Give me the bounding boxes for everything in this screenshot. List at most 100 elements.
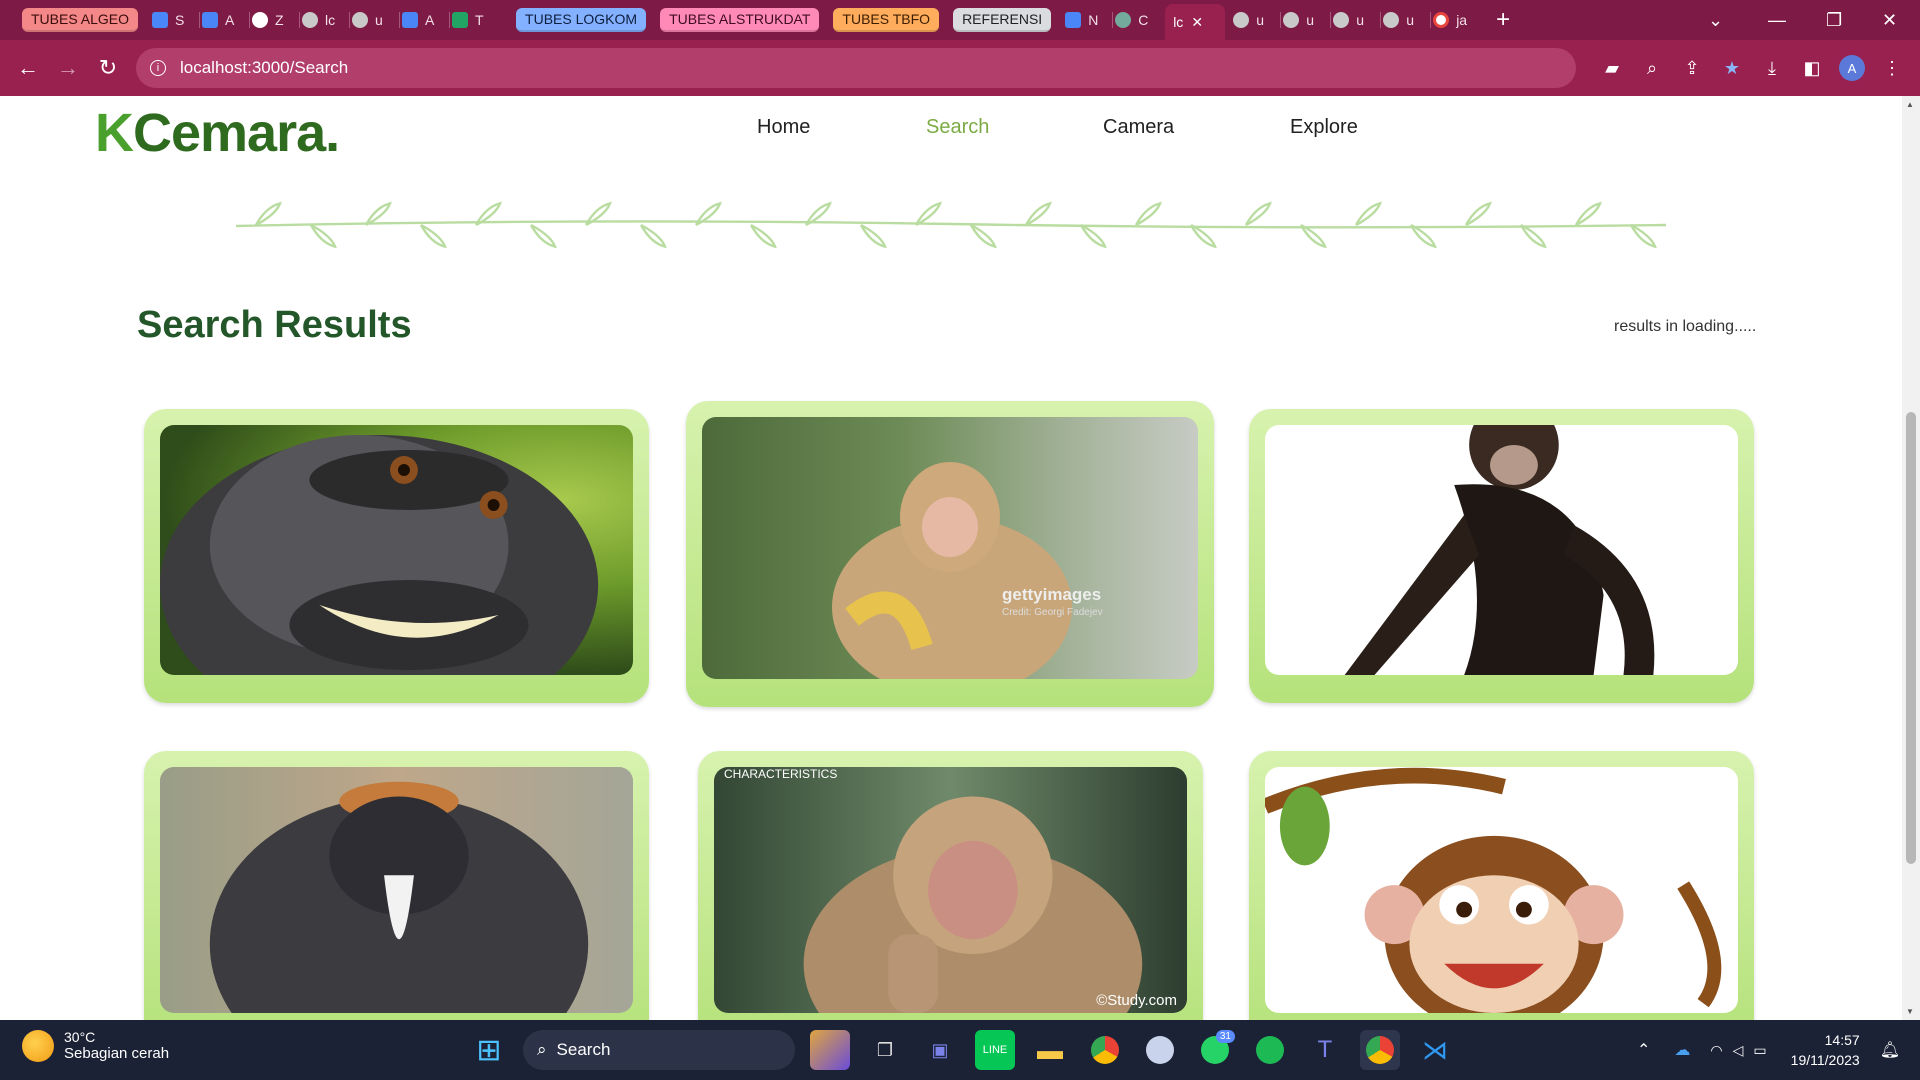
tab-group-tubes-algeo[interactable]: TUBES ALGEO <box>22 8 139 32</box>
teams-icon[interactable]: T <box>1305 1030 1345 1070</box>
share-icon[interactable]: ⇪ <box>1672 48 1712 88</box>
weather-widget[interactable]: 30°C Sebagian cerah <box>22 1029 169 1062</box>
clock[interactable]: 14:57 19/11/2023 <box>1791 1030 1860 1070</box>
result-card[interactable] <box>144 409 649 703</box>
notification-bell-icon[interactable]: 🔔︎ <box>1880 1040 1900 1060</box>
tab-globe-u2[interactable]: u <box>1233 0 1283 40</box>
vine-leaf <box>914 201 942 227</box>
onedrive-icon[interactable]: ☁ <box>1674 1040 1690 1060</box>
windows-start-icon[interactable]: ⊞ <box>469 1030 509 1070</box>
volume-icon[interactable]: ◁ <box>1733 1042 1744 1059</box>
tab-docs-a2[interactable]: A <box>402 0 452 40</box>
vine-leaf <box>1464 201 1492 227</box>
nav-camera[interactable]: Camera <box>1103 116 1174 139</box>
result-card[interactable]: gettyimages Credit: Georgi Fadejev <box>686 401 1214 707</box>
cartoon-monkey-illustration <box>1265 767 1722 1013</box>
vine-leaf <box>969 223 997 249</box>
scrollbar-thumb[interactable] <box>1906 412 1916 864</box>
tab-docs-n[interactable]: N <box>1065 0 1115 40</box>
scroll-up-arrow-icon[interactable]: ▲ <box>1906 100 1914 109</box>
bookmark-star-icon[interactable]: ★ <box>1712 48 1752 88</box>
tab-google-ja[interactable]: ja <box>1433 0 1483 40</box>
taskbar-search[interactable]: ⌕ Search <box>523 1030 795 1070</box>
site-info-icon[interactable]: i <box>150 60 166 76</box>
wifi-icon[interactable]: ◠ <box>1710 1042 1722 1059</box>
chrome-icon[interactable] <box>1085 1030 1125 1070</box>
minimize-button[interactable]: — <box>1768 0 1786 40</box>
line-app-icon[interactable]: LINE <box>975 1030 1015 1070</box>
vine-leaf <box>309 223 337 249</box>
copilot-icon[interactable] <box>810 1030 850 1070</box>
tab-label: ja <box>1456 12 1468 28</box>
tab-group-referensi[interactable]: REFERENSI <box>953 8 1052 32</box>
tab-group-tubes-logkom[interactable]: TUBES LOGKOM <box>516 8 647 32</box>
macaque-thumbs-illustration <box>803 796 1143 1013</box>
restore-button[interactable]: ❐ <box>1826 0 1842 40</box>
clock-time: 14:57 <box>1824 1032 1860 1048</box>
image-caption-characteristics: CHARACTERISTICS <box>724 767 838 781</box>
nav-home[interactable]: Home <box>757 116 810 139</box>
tab-group-tubes-tbfo[interactable]: TUBES TBFO <box>833 8 940 32</box>
nav-explore[interactable]: Explore <box>1290 116 1358 139</box>
task-view-icon[interactable]: ❐ <box>865 1030 905 1070</box>
itb-app-icon[interactable] <box>1140 1030 1180 1070</box>
back-arrow-icon[interactable]: ← <box>8 48 48 88</box>
docs-icon <box>202 12 219 28</box>
chrome-profile-icon[interactable] <box>1360 1030 1400 1070</box>
close-window-button[interactable]: ✕ <box>1882 0 1897 40</box>
tab-docs-a[interactable]: A <box>202 0 252 40</box>
result-card[interactable] <box>144 751 649 1020</box>
spotify-icon[interactable] <box>1250 1030 1290 1070</box>
menu-kebab-icon[interactable]: ⋮ <box>1872 48 1912 88</box>
result-image-de-brazza-monkey[interactable] <box>160 767 633 1013</box>
downloads-icon[interactable]: ⤓ <box>1752 48 1792 88</box>
tab-active-kcemara[interactable]: lc ✕ <box>1165 4 1226 40</box>
result-image-macaque-thumbs-up[interactable]: CHARACTERISTICS ©Study.com <box>714 767 1187 1013</box>
tab-chatgpt[interactable]: C <box>1115 0 1165 40</box>
result-image-macaque-selfie[interactable] <box>160 425 633 675</box>
profile-avatar[interactable]: A <box>1832 48 1872 88</box>
result-image-chimpanzee[interactable] <box>1265 425 1738 675</box>
whatsapp-icon[interactable]: 31 <box>1195 1030 1235 1070</box>
tab-docs-s[interactable]: S <box>152 0 202 40</box>
tab-github[interactable]: Z <box>252 0 302 40</box>
tab-globe-u5[interactable]: u <box>1383 0 1433 40</box>
tab-group-tubes-alstrukdat[interactable]: TUBES ALSTRUKDAT <box>660 8 820 32</box>
result-card[interactable]: CHARACTERISTICS ©Study.com <box>698 751 1203 1020</box>
result-image-cartoon-monkey[interactable] <box>1265 767 1738 1013</box>
teams-chat-icon[interactable]: ▣ <box>920 1030 960 1070</box>
file-explorer-icon[interactable]: ▬ <box>1030 1030 1070 1070</box>
tab-label: u <box>375 12 383 28</box>
result-image-monkey-eating-banana[interactable]: gettyimages Credit: Georgi Fadejev <box>702 417 1198 679</box>
docs-icon <box>1065 12 1082 28</box>
result-card[interactable] <box>1249 409 1754 703</box>
tab-globe-u4[interactable]: u <box>1333 0 1383 40</box>
new-tab-button[interactable]: + <box>1483 6 1523 34</box>
zoom-icon[interactable]: ⌕ <box>1632 48 1672 88</box>
tab-search-chevron-icon[interactable]: ⌄ <box>1708 0 1723 40</box>
tab-globe-lc[interactable]: lc <box>302 0 352 40</box>
result-card[interactable] <box>1249 751 1754 1020</box>
camera-in-use-icon[interactable]: ▰ <box>1592 48 1632 88</box>
site-logo[interactable]: KCemara. <box>95 102 340 164</box>
vscode-icon[interactable]: ⋊ <box>1415 1030 1455 1070</box>
tab-globe-u[interactable]: u <box>352 0 402 40</box>
address-bar[interactable]: i localhost:3000/Search <box>136 48 1576 88</box>
logo-text: Cemara. <box>133 103 340 163</box>
url-text[interactable]: localhost:3000/Search <box>180 58 348 78</box>
page-scrollbar[interactable]: ▲ ▼ <box>1902 96 1920 1020</box>
close-tab-icon[interactable]: ✕ <box>1191 14 1203 31</box>
tray-chevron-up-icon[interactable]: ⌃ <box>1637 1040 1650 1060</box>
side-panel-icon[interactable]: ◧ <box>1792 48 1832 88</box>
vine-leaf <box>1354 201 1382 227</box>
forward-arrow-icon[interactable]: → <box>48 48 88 88</box>
scroll-down-arrow-icon[interactable]: ▼ <box>1906 1007 1914 1016</box>
nav-search[interactable]: Search <box>926 116 989 139</box>
reload-icon[interactable]: ↻ <box>88 48 128 88</box>
sheets-icon <box>452 12 469 28</box>
tab-label: u <box>1356 12 1364 28</box>
tab-sheets-t[interactable]: T <box>452 0 502 40</box>
battery-icon[interactable]: ▭ <box>1753 1042 1766 1059</box>
tab-globe-u3[interactable]: u <box>1283 0 1333 40</box>
vine-leaf <box>254 201 282 227</box>
